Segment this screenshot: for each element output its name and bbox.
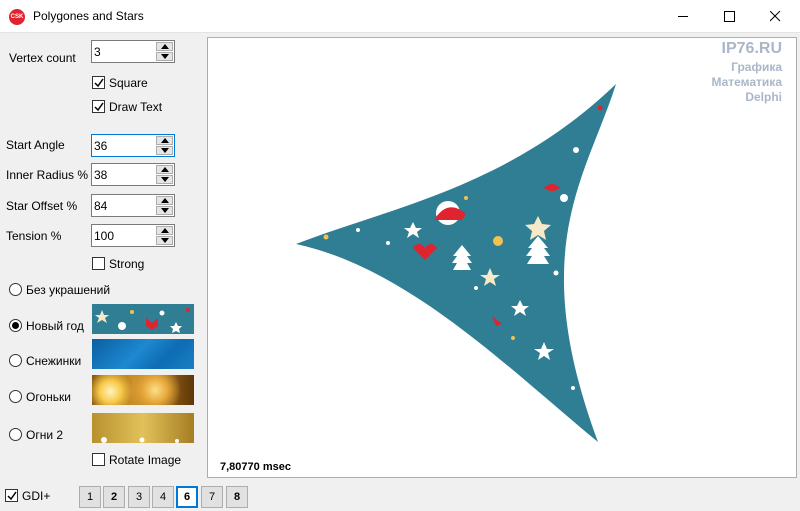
checkmark-icon <box>7 491 17 501</box>
star-offset-label: Star Offset % <box>6 199 78 213</box>
radio-selected-dot <box>12 322 19 329</box>
tension-label: Tension % <box>6 229 62 243</box>
inner-radius-input[interactable] <box>94 166 154 183</box>
title-bar: CSK Polygones and Stars <box>0 0 800 33</box>
page-button-8[interactable]: 8 <box>226 486 248 508</box>
page-button-6[interactable]: 6 <box>176 486 198 508</box>
square-label: Square <box>109 76 148 90</box>
texture-label-fires2: Огни 2 <box>26 428 64 442</box>
gdi-plus-checkbox-box[interactable] <box>5 489 18 502</box>
texture-swatch-newyear[interactable] <box>92 304 194 334</box>
gdi-plus-label: GDI+ <box>22 489 51 503</box>
tension-down-button[interactable] <box>156 236 173 245</box>
close-button[interactable] <box>752 0 798 33</box>
maximize-button[interactable] <box>706 0 752 33</box>
start-angle-down-button[interactable] <box>156 146 173 155</box>
tension-input[interactable] <box>94 227 154 244</box>
strong-label: Strong <box>109 257 145 271</box>
texture-label-newyear: Новый год <box>26 319 84 333</box>
vertex-count-down-button[interactable] <box>156 52 173 61</box>
maximize-icon <box>724 11 735 22</box>
app-icon: CSK <box>9 9 25 25</box>
render-time-readout: 7,80770 msec <box>220 461 291 473</box>
rotate-image-checkbox-box[interactable] <box>92 453 105 466</box>
star-offset-down-button[interactable] <box>156 206 173 215</box>
texture-swatch-snowflakes[interactable] <box>92 339 194 369</box>
inner-radius-spinner[interactable] <box>91 163 175 186</box>
vertex-count-spinner[interactable] <box>91 40 175 63</box>
vertex-count-up-button[interactable] <box>156 42 173 51</box>
checkmark-icon <box>94 102 104 112</box>
strong-checkbox-box[interactable] <box>92 257 105 270</box>
star-offset-spinner[interactable] <box>91 194 175 217</box>
radio-circle[interactable] <box>9 428 22 441</box>
fires-pattern <box>101 437 179 443</box>
radio-circle[interactable] <box>9 390 22 403</box>
texture-swatch-lights[interactable] <box>92 375 194 405</box>
radio-circle[interactable] <box>9 319 22 332</box>
star-offset-up-button[interactable] <box>156 196 173 205</box>
page-button-4[interactable]: 4 <box>152 486 174 508</box>
texture-swatch-fires2[interactable] <box>92 413 194 443</box>
draw-text-label: Draw Text <box>109 100 163 114</box>
close-icon <box>770 11 781 22</box>
texture-label-snowflakes: Снежинки <box>26 354 82 368</box>
minimize-button[interactable] <box>660 0 706 33</box>
start-angle-up-button[interactable] <box>156 136 173 145</box>
texture-label-none: Без украшений <box>26 283 111 297</box>
page-button-2[interactable]: 2 <box>103 486 125 508</box>
inner-radius-down-button[interactable] <box>156 175 173 184</box>
vertex-count-input[interactable] <box>94 43 154 60</box>
star-offset-input[interactable] <box>94 197 154 214</box>
inner-radius-label: Inner Radius % <box>6 168 89 182</box>
start-angle-spinner[interactable] <box>91 134 175 157</box>
tension-spinner[interactable] <box>91 224 175 247</box>
inner-radius-up-button[interactable] <box>156 165 173 174</box>
page-button-3[interactable]: 3 <box>128 486 150 508</box>
radio-circle[interactable] <box>9 354 22 367</box>
checkmark-icon <box>94 78 104 88</box>
texture-label-lights: Огоньки <box>26 390 71 404</box>
drawing-canvas: IP76.RU Графика Математика Delphi 7,8077… <box>207 37 797 478</box>
start-angle-input[interactable] <box>94 137 154 154</box>
star-shape <box>296 84 616 442</box>
square-checkbox-box[interactable] <box>92 76 105 89</box>
rotate-image-label: Rotate Image <box>109 453 182 467</box>
radio-circle[interactable] <box>9 283 22 296</box>
page-button-7[interactable]: 7 <box>201 486 223 508</box>
draw-text-checkbox-box[interactable] <box>92 100 105 113</box>
page-button-1[interactable]: 1 <box>79 486 101 508</box>
start-angle-label: Start Angle <box>6 138 65 152</box>
minimize-icon <box>678 16 688 17</box>
vertex-count-label: Vertex count <box>9 51 76 65</box>
newyear-pattern <box>95 308 190 333</box>
window-title: Polygones and Stars <box>33 9 144 23</box>
tension-up-button[interactable] <box>156 226 173 235</box>
